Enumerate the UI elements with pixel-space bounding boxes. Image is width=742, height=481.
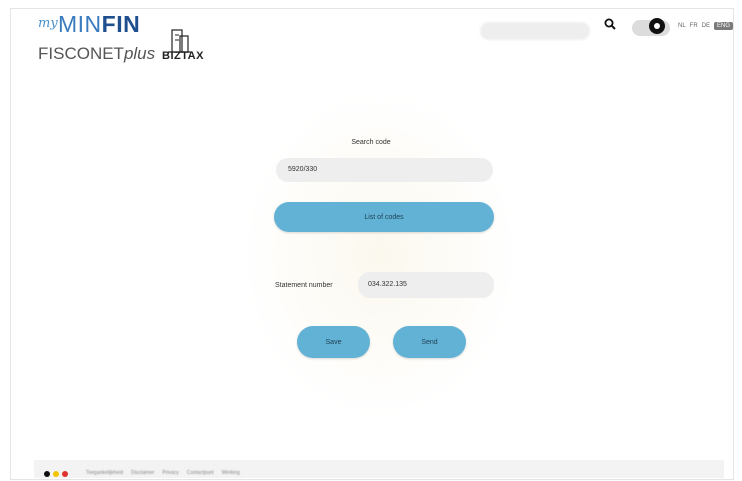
footer-link[interactable]: Disclaimer [131,470,154,476]
statement-number-label: Statement number [275,282,333,289]
logo-minfin-part-b: FIN [101,11,141,37]
logo-fisconet[interactable]: FISCONETplus [38,44,155,64]
footer-dot-black [44,471,50,477]
logo-my: my [38,16,58,31]
footer-link[interactable]: Toegankelijkheid [86,470,123,476]
language-eng[interactable]: ENG [714,22,734,30]
footer-dot-yellow [53,471,59,477]
footer-link[interactable]: Privacy [162,470,178,476]
footer: Toegankelijkheid Disclaimer Privacy Cont… [34,460,724,478]
logo-minfin[interactable]: MINFIN [58,11,140,38]
footer-dot-red [62,471,68,477]
footer-links: Toegankelijkheid Disclaimer Privacy Cont… [86,470,240,476]
footer-link[interactable]: Contactpunt [187,470,214,476]
header-search-field[interactable] [480,22,590,40]
search-icon[interactable] [604,18,616,30]
biztax-label: BIZTAX [162,50,204,62]
language-de[interactable]: DE [702,23,710,29]
language-fr[interactable]: FR [690,23,698,29]
search-code-input[interactable]: 5920/330 [276,158,493,182]
footer-link[interactable]: Werking [222,470,240,476]
list-of-codes-button[interactable]: List of codes [274,202,494,232]
statement-number-input[interactable]: 034.322.135 [358,272,494,298]
eye-icon[interactable] [649,18,665,34]
language-nl[interactable]: NL [678,23,686,29]
logo-minfin-part-a: MIN [58,11,102,37]
logo-fisconet-part-b: plus [123,44,156,63]
logo-fisconet-part-a: FISCONET [38,44,124,63]
save-button[interactable]: Save [297,326,370,358]
search-code-label: Search code [351,139,391,146]
biztax-logo[interactable]: BIZTAX [162,26,218,62]
send-button[interactable]: Send [393,326,466,358]
language-switcher: NL FR DE ENG [678,22,734,30]
